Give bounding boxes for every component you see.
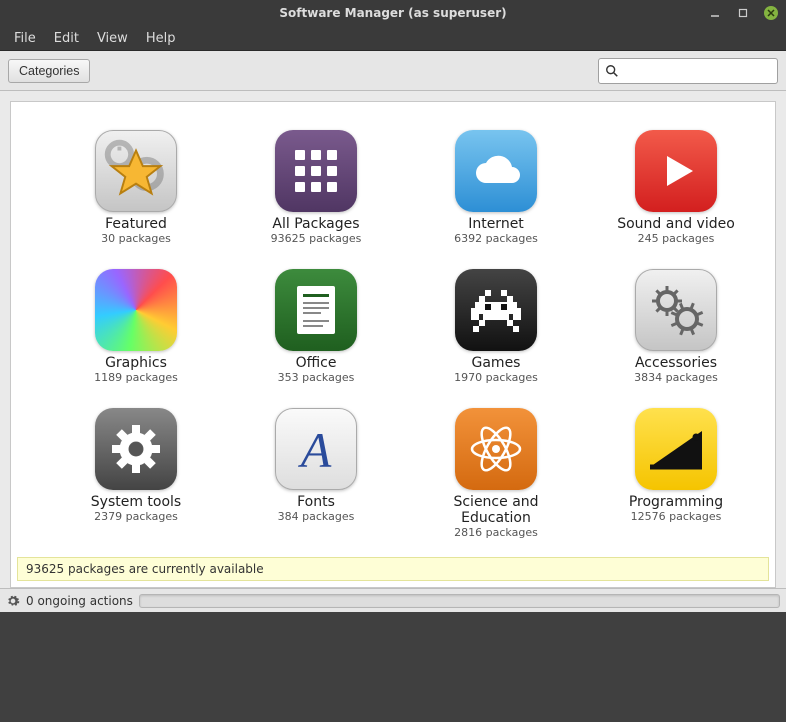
category-label: Programming xyxy=(629,494,723,510)
window-title: Software Manager (as superuser) xyxy=(279,6,506,20)
category-fonts[interactable]: A Fonts 384 packages xyxy=(251,408,381,539)
category-count: 353 packages xyxy=(278,371,355,384)
triangle-icon xyxy=(635,408,717,490)
category-count: 384 packages xyxy=(278,510,355,523)
featured-icon xyxy=(95,130,177,212)
gear-icon xyxy=(6,594,20,608)
category-count: 2816 packages xyxy=(454,526,538,539)
titlebar: Software Manager (as superuser) xyxy=(0,0,786,26)
document-icon xyxy=(275,269,357,351)
toolbar: Categories xyxy=(0,51,786,91)
close-icon xyxy=(767,9,775,17)
menu-view[interactable]: View xyxy=(89,28,136,49)
gear-icon xyxy=(95,408,177,490)
menu-edit[interactable]: Edit xyxy=(46,28,87,49)
category-label: Science and Education xyxy=(431,494,561,526)
footer: 0 ongoing actions xyxy=(0,588,786,612)
search-box[interactable] xyxy=(598,58,778,84)
category-label: Office xyxy=(296,355,337,371)
category-label: Featured xyxy=(105,216,167,232)
progress-bar xyxy=(139,594,780,608)
category-all[interactable]: All Packages 93625 packages xyxy=(251,130,381,245)
gears-icon xyxy=(635,269,717,351)
category-label: Internet xyxy=(468,216,524,232)
category-label: Games xyxy=(472,355,521,371)
atom-icon xyxy=(455,408,537,490)
category-count: 1189 packages xyxy=(94,371,178,384)
category-science[interactable]: Science and Education 2816 packages xyxy=(431,408,561,539)
menu-help[interactable]: Help xyxy=(138,28,184,49)
category-count: 6392 packages xyxy=(454,232,538,245)
maximize-button[interactable] xyxy=(736,6,750,20)
category-programming[interactable]: Programming 12576 packages xyxy=(611,408,741,539)
category-count: 3834 packages xyxy=(634,371,718,384)
close-button[interactable] xyxy=(764,6,778,20)
minimize-icon xyxy=(710,8,720,18)
category-label: Fonts xyxy=(297,494,335,510)
ongoing-actions-label: 0 ongoing actions xyxy=(26,594,133,608)
category-count: 245 packages xyxy=(638,232,715,245)
cloud-icon xyxy=(455,130,537,212)
category-count: 93625 packages xyxy=(271,232,362,245)
category-label: Graphics xyxy=(105,355,167,371)
window-controls xyxy=(708,6,778,20)
svg-text:A: A xyxy=(298,422,332,478)
main-content: Featured 30 packages All Packages 93625 … xyxy=(10,101,776,588)
category-office[interactable]: Office 353 packages xyxy=(251,269,381,384)
status-banner: 93625 packages are currently available xyxy=(17,557,769,581)
letter-a-icon: A xyxy=(275,408,357,490)
category-games[interactable]: Games 1970 packages xyxy=(431,269,561,384)
category-label: System tools xyxy=(91,494,181,510)
rainbow-icon xyxy=(95,269,177,351)
category-count: 12576 packages xyxy=(631,510,722,523)
category-accessories[interactable]: Accessories 3834 packages xyxy=(611,269,741,384)
category-internet[interactable]: Internet 6392 packages xyxy=(431,130,561,245)
category-label: Accessories xyxy=(635,355,717,371)
menubar: File Edit View Help xyxy=(0,26,786,50)
category-label: Sound and video xyxy=(617,216,735,232)
invader-icon xyxy=(455,269,537,351)
search-icon xyxy=(605,64,619,78)
category-count: 1970 packages xyxy=(454,371,538,384)
minimize-button[interactable] xyxy=(708,6,722,20)
menu-file[interactable]: File xyxy=(6,28,44,49)
category-grid: Featured 30 packages All Packages 93625 … xyxy=(11,102,775,549)
category-count: 30 packages xyxy=(101,232,171,245)
grid-icon xyxy=(275,130,357,212)
search-input[interactable] xyxy=(623,63,771,79)
category-system[interactable]: System tools 2379 packages xyxy=(71,408,201,539)
category-label: All Packages xyxy=(272,216,359,232)
categories-button[interactable]: Categories xyxy=(8,59,90,83)
maximize-icon xyxy=(738,8,748,18)
play-icon xyxy=(635,130,717,212)
category-featured[interactable]: Featured 30 packages xyxy=(71,130,201,245)
category-count: 2379 packages xyxy=(94,510,178,523)
category-graphics[interactable]: Graphics 1189 packages xyxy=(71,269,201,384)
category-sound[interactable]: Sound and video 245 packages xyxy=(611,130,741,245)
